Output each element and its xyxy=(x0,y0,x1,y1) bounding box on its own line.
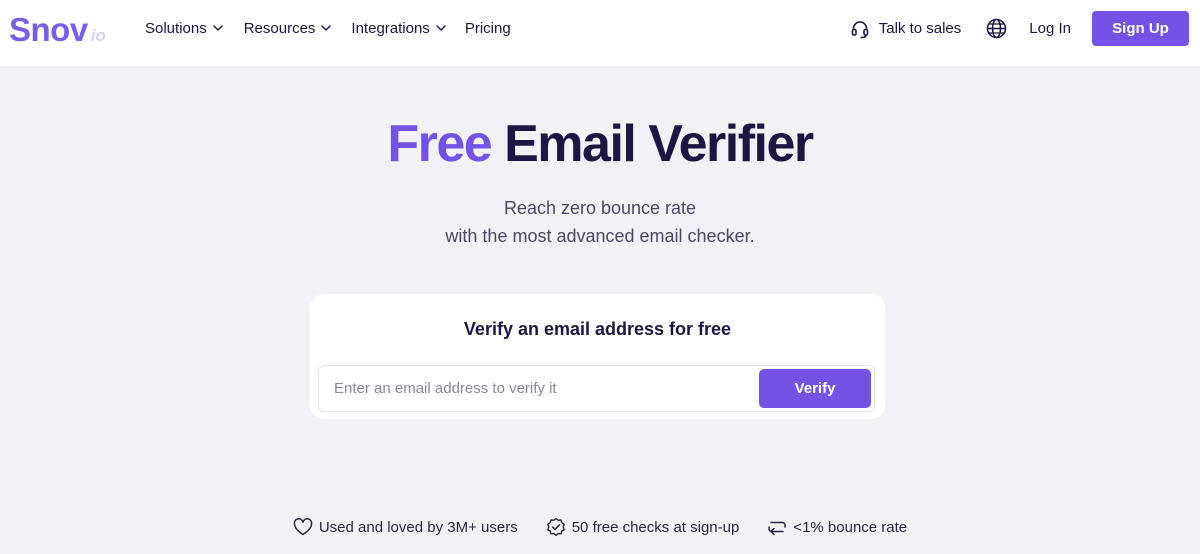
site-header: Snov io Solutions Resources Integrations… xyxy=(0,0,1200,66)
header-actions: Talk to sales Log In Sign Up xyxy=(850,11,1189,46)
headset-icon xyxy=(850,19,870,39)
verify-card-title: Verify an email address for free xyxy=(463,319,732,339)
title-rest: Email Verifier xyxy=(504,115,814,173)
nav-integrations[interactable]: Integrations xyxy=(351,18,446,38)
nav-pricing[interactable]: Pricing xyxy=(465,18,511,38)
globe-icon[interactable] xyxy=(986,18,1007,39)
feature-text: <1% bounce rate xyxy=(793,518,908,536)
title-accent: Free xyxy=(387,115,492,173)
signup-button[interactable]: Sign Up xyxy=(1092,11,1189,46)
verify-button[interactable]: Verify xyxy=(759,369,871,408)
verify-card: Verify an email address for free Verify xyxy=(310,294,885,419)
talk-to-sales-label: Talk to sales xyxy=(878,20,962,37)
feature-item: Used and loved by 3M+ users xyxy=(293,518,518,536)
login-link[interactable]: Log In xyxy=(1029,20,1071,37)
verify-form: Verify xyxy=(318,365,875,412)
chevron-down-icon xyxy=(213,25,223,31)
nav-label: Integrations xyxy=(351,19,430,37)
talk-to-sales-link[interactable]: Talk to sales xyxy=(850,19,962,39)
snovio-logo[interactable]: Snov io xyxy=(9,11,106,47)
nav-label: Solutions xyxy=(145,19,207,37)
logo-suffix: io xyxy=(90,26,106,45)
logo-wordmark: Snov xyxy=(9,11,88,48)
feature-text: Used and loved by 3M+ users xyxy=(318,518,518,536)
chevron-down-icon xyxy=(436,25,446,31)
nav-resources[interactable]: Resources xyxy=(244,18,332,38)
nav-label: Pricing xyxy=(464,19,511,37)
subtitle-line-2: with the most advanced email checker. xyxy=(445,226,755,246)
check-badge-icon xyxy=(546,517,566,537)
return-arrow-icon xyxy=(767,518,787,536)
main-nav: Solutions Resources Integrations Pricing xyxy=(145,18,533,38)
feature-item: 50 free checks at sign-up xyxy=(546,517,740,537)
subtitle-line-1: Reach zero bounce rate xyxy=(503,198,697,218)
email-input[interactable] xyxy=(319,366,759,411)
chevron-down-icon xyxy=(321,25,332,31)
heart-icon xyxy=(293,518,313,536)
nav-solutions[interactable]: Solutions xyxy=(145,18,223,38)
nav-label: Resources xyxy=(243,19,316,37)
page-subtitle: Reach zero bounce rate with the most adv… xyxy=(0,194,1200,250)
feature-list: Used and loved by 3M+ users 50 free chec… xyxy=(0,516,1200,538)
feature-text: 50 free checks at sign-up xyxy=(571,518,740,536)
feature-item: <1% bounce rate xyxy=(767,518,907,536)
page-title: Free Email Verifier xyxy=(0,112,1200,176)
